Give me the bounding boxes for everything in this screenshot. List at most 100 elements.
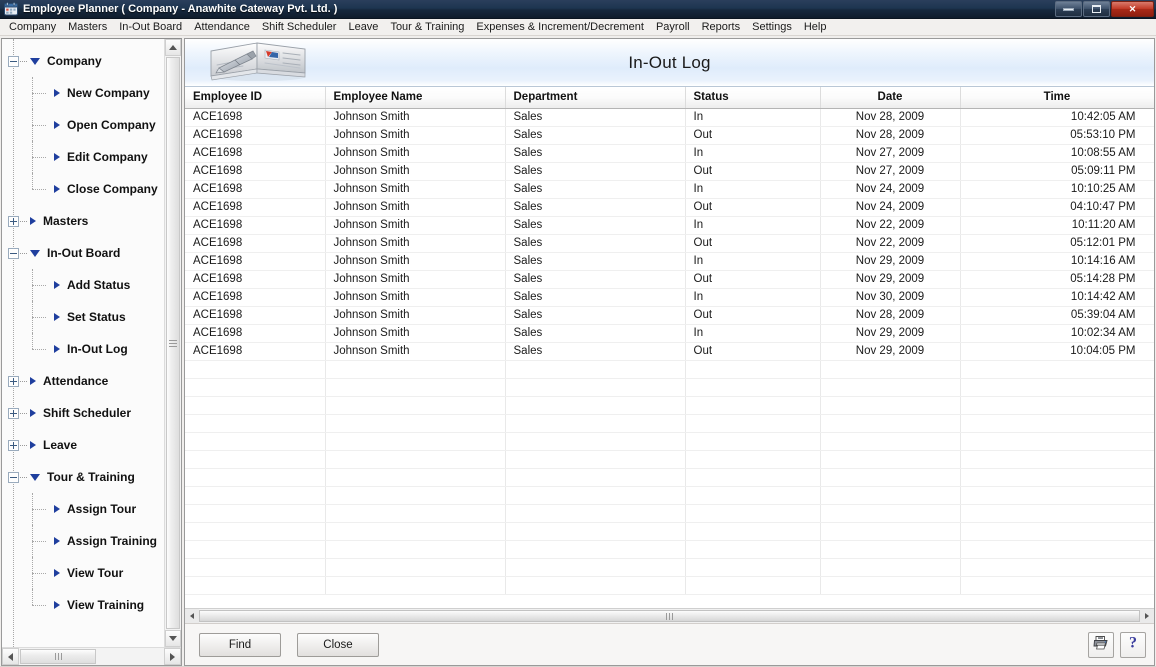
help-button[interactable]: ? xyxy=(1120,631,1146,658)
table-row[interactable]: ACE1698 Johnson Smith Sales In Nov 29, 2009 1… xyxy=(185,252,1154,271)
sidebar-item-edit-company[interactable]: Edit Company xyxy=(2,141,164,173)
menu-masters[interactable]: Masters xyxy=(62,19,113,35)
column-header-time[interactable]: Time xyxy=(960,87,1154,109)
sidebar-item-close-company[interactable]: Close Company xyxy=(2,173,164,205)
find-button[interactable]: Find xyxy=(199,632,281,657)
sidebar-scroll-up-button[interactable] xyxy=(165,39,181,56)
table-row[interactable]: ACE1698 Johnson Smith Sales Out Nov 22, 2009… xyxy=(185,234,1154,253)
table-row[interactable]: ACE1698 Johnson Smith Sales In Nov 30, 2009 1… xyxy=(185,288,1154,307)
table-empty-row[interactable] xyxy=(185,522,1154,541)
sidebar-vertical-scroll-thumb[interactable] xyxy=(166,57,180,629)
sidebar-item-assign-training[interactable]: Assign Training xyxy=(2,525,164,557)
menu-settings[interactable]: Settings xyxy=(746,19,798,35)
sidebar-item-shift-scheduler[interactable]: Shift Scheduler xyxy=(2,397,164,429)
sidebar-item-open-company[interactable]: Open Company xyxy=(2,109,164,141)
table-empty-row[interactable] xyxy=(185,504,1154,523)
cell-status: In xyxy=(685,144,821,163)
expand-toggle-icon[interactable] xyxy=(8,216,19,227)
sidebar-item-view-tour[interactable]: View Tour xyxy=(2,557,164,589)
sidebar-item-new-company[interactable]: New Company xyxy=(2,77,164,109)
sidebar-item-leave[interactable]: Leave xyxy=(2,429,164,461)
expand-toggle-icon[interactable] xyxy=(8,440,19,451)
collapse-toggle-icon[interactable] xyxy=(8,56,19,67)
table-empty-row[interactable] xyxy=(185,360,1154,379)
grid-scroll-left-button[interactable] xyxy=(185,609,199,623)
table-row[interactable]: ACE1698 Johnson Smith Sales In Nov 24, 2009 1… xyxy=(185,180,1154,199)
column-header-date[interactable]: Date xyxy=(820,87,961,109)
sidebar-item-assign-tour[interactable]: Assign Tour xyxy=(2,493,164,525)
table-empty-row[interactable] xyxy=(185,468,1154,487)
table-row[interactable]: ACE1698 Johnson Smith Sales In Nov 28, 2009 1… xyxy=(185,108,1154,127)
table-row[interactable]: ACE1698 Johnson Smith Sales In Nov 29, 2009 1… xyxy=(185,324,1154,343)
maximize-button[interactable] xyxy=(1083,1,1110,17)
cell-empty xyxy=(185,486,326,505)
table-row[interactable]: ACE1698 Johnson Smith Sales Out Nov 24, 2009… xyxy=(185,198,1154,217)
table-row[interactable]: ACE1698 Johnson Smith Sales In Nov 27, 2009 1… xyxy=(185,144,1154,163)
menu-company[interactable]: Company xyxy=(3,19,62,35)
menu-shift-scheduler[interactable]: Shift Scheduler xyxy=(256,19,343,35)
menu-in-out-board[interactable]: In-Out Board xyxy=(113,19,188,35)
menu-tour-training[interactable]: Tour & Training xyxy=(384,19,470,35)
window-titlebar[interactable]: Employee Planner ( Company - Anawhite Ca… xyxy=(0,0,1156,19)
cell-employee_name: Johnson Smith xyxy=(325,108,506,127)
menu-expenses-increment-decrement[interactable]: Expenses & Increment/Decrement xyxy=(470,19,650,35)
column-header-status[interactable]: Status xyxy=(685,87,821,109)
sidebar-scroll-right-button[interactable] xyxy=(164,648,181,665)
tree-connector-dash xyxy=(32,573,46,574)
close-window-button[interactable]: ✕ xyxy=(1111,1,1154,17)
sidebar-item-attendance[interactable]: Attendance xyxy=(2,365,164,397)
sidebar-horizontal-scroll-track[interactable] xyxy=(97,648,164,665)
menu-payroll[interactable]: Payroll xyxy=(650,19,696,35)
menu-help[interactable]: Help xyxy=(798,19,833,35)
collapse-toggle-icon[interactable] xyxy=(8,248,19,259)
minimize-button[interactable] xyxy=(1055,1,1082,17)
sidebar-horizontal-scrollbar[interactable] xyxy=(2,647,181,665)
grid-horizontal-scrollbar[interactable] xyxy=(185,608,1154,623)
sidebar-item-set-status[interactable]: Set Status xyxy=(2,301,164,333)
menu-reports[interactable]: Reports xyxy=(696,19,747,35)
sidebar-item-in-out-log[interactable]: In-Out Log xyxy=(2,333,164,365)
table-empty-row[interactable] xyxy=(185,558,1154,577)
sidebar-vertical-scrollbar[interactable] xyxy=(164,39,181,647)
table-empty-row[interactable] xyxy=(185,378,1154,397)
collapse-toggle-icon[interactable] xyxy=(8,472,19,483)
sidebar-item-in-out-board[interactable]: In-Out Board xyxy=(2,237,164,269)
cell-department: Sales xyxy=(505,216,686,235)
menu-attendance[interactable]: Attendance xyxy=(188,19,256,35)
table-empty-row[interactable] xyxy=(185,396,1154,415)
table-empty-row[interactable] xyxy=(185,576,1154,595)
close-button[interactable]: Close xyxy=(297,632,379,657)
table-row[interactable]: ACE1698 Johnson Smith Sales In Nov 22, 2009 1… xyxy=(185,216,1154,235)
sidebar-scroll-left-button[interactable] xyxy=(2,648,19,665)
cell-empty xyxy=(820,486,961,505)
table-empty-row[interactable] xyxy=(185,486,1154,505)
sidebar-item-company[interactable]: Company xyxy=(2,45,164,77)
table-row[interactable]: ACE1698 Johnson Smith Sales Out Nov 28, 2009… xyxy=(185,126,1154,145)
cell-empty xyxy=(325,522,506,541)
sidebar-horizontal-scroll-thumb[interactable] xyxy=(20,649,96,664)
cell-empty xyxy=(505,558,686,577)
sidebar-scroll-down-button[interactable] xyxy=(165,630,181,647)
sidebar-item-add-status[interactable]: Add Status xyxy=(2,269,164,301)
sidebar-item-masters[interactable]: Masters xyxy=(2,205,164,237)
grid-scroll-right-button[interactable] xyxy=(1140,609,1154,623)
table-empty-row[interactable] xyxy=(185,540,1154,559)
table-row[interactable]: ACE1698 Johnson Smith Sales Out Nov 27, 2009… xyxy=(185,162,1154,181)
column-header-employee-id[interactable]: Employee ID xyxy=(185,87,326,109)
tree-connector-dash xyxy=(20,445,27,446)
table-empty-row[interactable] xyxy=(185,450,1154,469)
table-empty-row[interactable] xyxy=(185,414,1154,433)
table-row[interactable]: ACE1698 Johnson Smith Sales Out Nov 29, 2009… xyxy=(185,270,1154,289)
sidebar-item-tour-training[interactable]: Tour & Training xyxy=(2,461,164,493)
column-header-department[interactable]: Department xyxy=(505,87,686,109)
sidebar-item-view-training[interactable]: View Training xyxy=(2,589,164,621)
column-header-employee-name[interactable]: Employee Name xyxy=(325,87,506,109)
expand-toggle-icon[interactable] xyxy=(8,408,19,419)
print-button[interactable] xyxy=(1088,631,1114,658)
grid-horizontal-scroll-thumb[interactable] xyxy=(199,610,1140,622)
expand-toggle-icon[interactable] xyxy=(8,376,19,387)
table-row[interactable]: ACE1698 Johnson Smith Sales Out Nov 29, 2009… xyxy=(185,342,1154,361)
menu-leave[interactable]: Leave xyxy=(342,19,384,35)
table-row[interactable]: ACE1698 Johnson Smith Sales Out Nov 28, 2009… xyxy=(185,306,1154,325)
table-empty-row[interactable] xyxy=(185,432,1154,451)
